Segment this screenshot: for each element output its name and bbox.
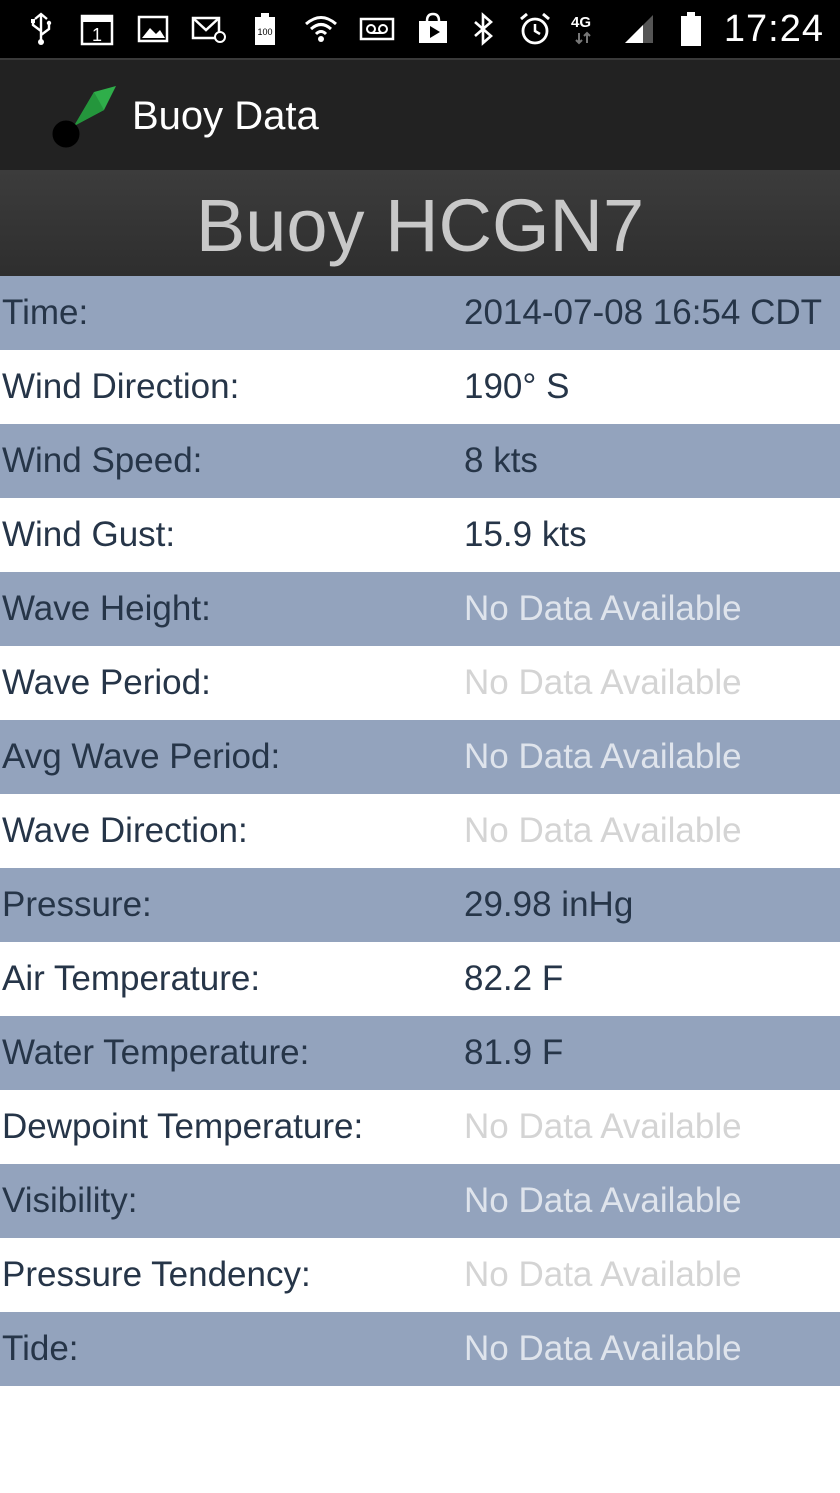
row-value-dewpoint-temperature: No Data Available xyxy=(464,1107,742,1146)
row-value-time: 2014-07-08 16:54 CDT xyxy=(464,293,822,332)
table-row: Wave Period: No Data Available xyxy=(0,646,840,720)
signal-icon xyxy=(620,10,658,48)
bluetooth-icon xyxy=(464,10,502,48)
email-icon xyxy=(190,10,228,48)
row-label-pressure: Pressure: xyxy=(2,885,152,924)
row-value-pressure-tendency: No Data Available xyxy=(464,1255,742,1294)
calendar-day: 1 xyxy=(92,25,102,45)
app-title: Buoy Data xyxy=(132,94,319,138)
table-row: Tide: No Data Available xyxy=(0,1312,840,1386)
table-row: Dewpoint Temperature: No Data Available xyxy=(0,1090,840,1164)
row-label-time: Time: xyxy=(2,293,89,332)
row-label-tide: Tide: xyxy=(2,1329,79,1368)
table-row: Wave Direction: No Data Available xyxy=(0,794,840,868)
status-time: 17:24 xyxy=(723,7,824,50)
row-value-tide: No Data Available xyxy=(464,1329,742,1368)
4g-lte-icon: 4G xyxy=(568,10,606,48)
table-row: Wind Speed: 8 kts xyxy=(0,424,840,498)
row-value-wave-direction: No Data Available xyxy=(464,811,742,850)
voicemail-icon xyxy=(358,10,396,48)
table-row: Wind Direction: 190° S xyxy=(0,350,840,424)
row-label-wave-direction: Wave Direction: xyxy=(2,811,248,850)
buoy-header: Buoy HCGN7 xyxy=(0,170,840,276)
network-label: 4G xyxy=(571,14,591,31)
battery-badge: 100 xyxy=(257,27,272,37)
row-label-dewpoint-temperature: Dewpoint Temperature: xyxy=(2,1107,364,1146)
calendar-icon: 1 xyxy=(78,10,116,48)
row-value-wave-height: No Data Available xyxy=(464,589,742,628)
row-label-avg-wave-period: Avg Wave Period: xyxy=(2,737,281,776)
buoy-title: Buoy HCGN7 xyxy=(195,183,645,267)
battery-100-icon: 100 xyxy=(246,10,284,48)
usb-icon xyxy=(22,10,60,48)
play-store-icon xyxy=(414,10,452,48)
table-row: Avg Wave Period: No Data Available xyxy=(0,720,840,794)
row-value-air-temperature: 82.2 F xyxy=(464,959,564,998)
row-label-water-temperature: Water Temperature: xyxy=(2,1033,310,1072)
row-value-wind-speed: 8 kts xyxy=(464,441,538,480)
row-value-wave-period: No Data Available xyxy=(464,663,742,702)
buoy-data-table: Time: 2014-07-08 16:54 CDT Wind Directio… xyxy=(0,276,840,1386)
row-label-pressure-tendency: Pressure Tendency: xyxy=(2,1255,311,1294)
row-label-wind-speed: Wind Speed: xyxy=(2,441,203,480)
wifi-icon xyxy=(302,10,340,48)
table-row: Time: 2014-07-08 16:54 CDT xyxy=(0,276,840,350)
row-value-wind-gust: 15.9 kts xyxy=(464,515,587,554)
table-row: Pressure: 29.98 inHg xyxy=(0,868,840,942)
status-bar: 1 100 4G 17:24 xyxy=(0,0,840,58)
row-value-water-temperature: 81.9 F xyxy=(464,1033,564,1072)
alarm-icon xyxy=(516,10,554,48)
table-row: Wave Height: No Data Available xyxy=(0,572,840,646)
row-value-avg-wave-period: No Data Available xyxy=(464,737,742,776)
table-row: Wind Gust: 15.9 kts xyxy=(0,498,840,572)
table-row: Visibility: No Data Available xyxy=(0,1164,840,1238)
row-label-wave-height: Wave Height: xyxy=(2,589,211,628)
row-label-wind-gust: Wind Gust: xyxy=(2,515,176,554)
gallery-icon xyxy=(134,10,172,48)
row-label-visibility: Visibility: xyxy=(2,1181,138,1220)
table-row: Pressure Tendency: No Data Available xyxy=(0,1238,840,1312)
app-logo-icon[interactable] xyxy=(48,82,120,154)
row-value-visibility: No Data Available xyxy=(464,1181,742,1220)
row-label-wind-direction: Wind Direction: xyxy=(2,367,240,406)
battery-icon xyxy=(672,10,710,48)
table-row: Water Temperature: 81.9 F xyxy=(0,1016,840,1090)
row-label-air-temperature: Air Temperature: xyxy=(2,959,261,998)
row-value-pressure: 29.98 inHg xyxy=(464,885,634,924)
table-row: Air Temperature: 82.2 F xyxy=(0,942,840,1016)
row-label-wave-period: Wave Period: xyxy=(2,663,211,702)
row-value-wind-direction: 190° S xyxy=(464,367,570,406)
action-bar: Buoy Data xyxy=(0,58,840,170)
